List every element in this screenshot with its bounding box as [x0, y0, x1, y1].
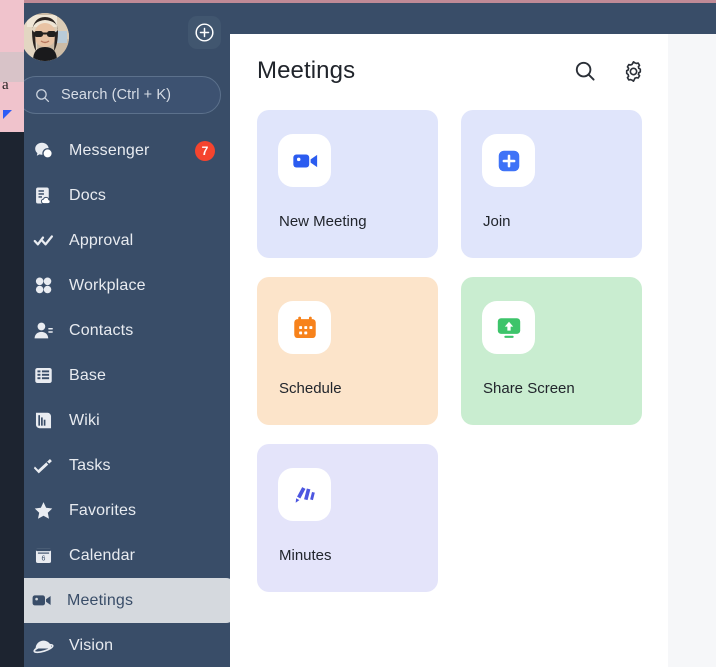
messenger-icon [33, 140, 54, 161]
card-join[interactable]: Join [461, 110, 642, 258]
card-label: Schedule [279, 380, 342, 397]
page-title: Meetings [257, 57, 356, 84]
sidebar-item-label: Vision [69, 636, 114, 654]
wiki-icon [33, 410, 54, 431]
sidebar: Search (Ctrl + K) Messenger 7 Docs Appro… [24, 2, 230, 667]
panel-header: Meetings [230, 34, 668, 104]
search-button[interactable] [572, 58, 598, 84]
search-placeholder: Search (Ctrl + K) [61, 87, 172, 103]
search-icon [575, 61, 595, 81]
add-button[interactable] [188, 16, 221, 49]
background-page: a [0, 0, 24, 667]
sidebar-item-approval[interactable]: Approval [24, 218, 230, 263]
card-label: Minutes [279, 547, 332, 564]
card-icon-wrap [482, 134, 535, 187]
favorites-star-icon [33, 500, 54, 521]
card-icon-wrap [278, 301, 331, 354]
search-input[interactable]: Search (Ctrl + K) [24, 76, 221, 114]
card-icon-wrap [278, 468, 331, 521]
screen-share-icon [497, 317, 520, 338]
sidebar-item-base[interactable]: Base [24, 353, 230, 398]
sidebar-item-label: Tasks [69, 456, 111, 474]
video-camera-icon [292, 153, 317, 168]
svg-text:6: 6 [42, 555, 46, 562]
sidebar-top: Search (Ctrl + K) [24, 2, 230, 114]
avatar[interactable] [24, 13, 69, 61]
gear-icon [625, 60, 641, 82]
minutes-marker-icon [295, 486, 315, 503]
meetings-panel: Meetings New Meeting Join Schedule Share… [230, 34, 668, 667]
action-cards-grid: New Meeting Join Schedule Share Screen M… [257, 110, 650, 592]
card-icon-wrap [278, 134, 331, 187]
card-icon-wrap [482, 301, 535, 354]
meetings-video-icon [31, 590, 52, 611]
sidebar-item-label: Calendar [69, 546, 136, 564]
sidebar-item-workplace[interactable]: Workplace [24, 263, 230, 308]
sidebar-item-tasks[interactable]: Tasks [24, 443, 230, 488]
sidebar-nav: Messenger 7 Docs Approval Workplace Cont… [24, 128, 230, 667]
card-minutes[interactable]: Minutes [257, 444, 438, 592]
sidebar-item-label: Base [69, 366, 107, 384]
right-gutter [668, 34, 716, 667]
sidebar-item-meetings[interactable]: Meetings [24, 578, 230, 623]
contacts-icon [33, 320, 54, 341]
sidebar-item-docs[interactable]: Docs [24, 173, 230, 218]
workplace-icon [33, 275, 54, 296]
calendar-icon: 6 [33, 545, 54, 566]
header-actions [572, 58, 646, 84]
sidebar-item-wiki[interactable]: Wiki [24, 398, 230, 443]
top-accent-line [24, 0, 716, 3]
background-text-fragment: a [2, 77, 9, 93]
docs-icon [33, 185, 54, 206]
card-label: Join [483, 213, 511, 230]
approval-icon [33, 230, 54, 251]
base-icon [33, 365, 54, 386]
sidebar-item-label: Docs [69, 186, 107, 204]
sidebar-item-label: Wiki [69, 411, 100, 429]
messenger-badge: 7 [195, 140, 215, 161]
card-label: Share Screen [483, 380, 575, 397]
settings-button[interactable] [620, 58, 646, 84]
sidebar-item-vision[interactable]: Vision [24, 623, 230, 667]
sidebar-item-favorites[interactable]: Favorites [24, 488, 230, 533]
sidebar-item-label: Approval [69, 231, 134, 249]
sidebar-item-messenger[interactable]: Messenger 7 [24, 128, 230, 173]
tasks-icon [33, 455, 54, 476]
sidebar-item-label: Contacts [69, 321, 134, 339]
sidebar-item-label: Favorites [69, 501, 137, 519]
card-new-meeting[interactable]: New Meeting [257, 110, 438, 258]
search-icon [36, 88, 50, 102]
sidebar-item-label: Meetings [67, 591, 134, 609]
calendar-dots-icon [293, 316, 316, 338]
sidebar-item-calendar[interactable]: 6 Calendar [24, 533, 230, 578]
app-window: a Search (Ctrl + K) Messenger 7 Docs App… [0, 0, 716, 667]
plus-circle-icon [195, 23, 214, 42]
plus-square-icon [498, 150, 519, 171]
card-label: New Meeting [279, 213, 367, 230]
card-schedule[interactable]: Schedule [257, 277, 438, 425]
card-share-screen[interactable]: Share Screen [461, 277, 642, 425]
sidebar-item-label: Messenger [69, 141, 150, 159]
vision-icon [33, 635, 54, 656]
sidebar-item-label: Workplace [69, 276, 146, 294]
sidebar-item-contacts[interactable]: Contacts [24, 308, 230, 353]
